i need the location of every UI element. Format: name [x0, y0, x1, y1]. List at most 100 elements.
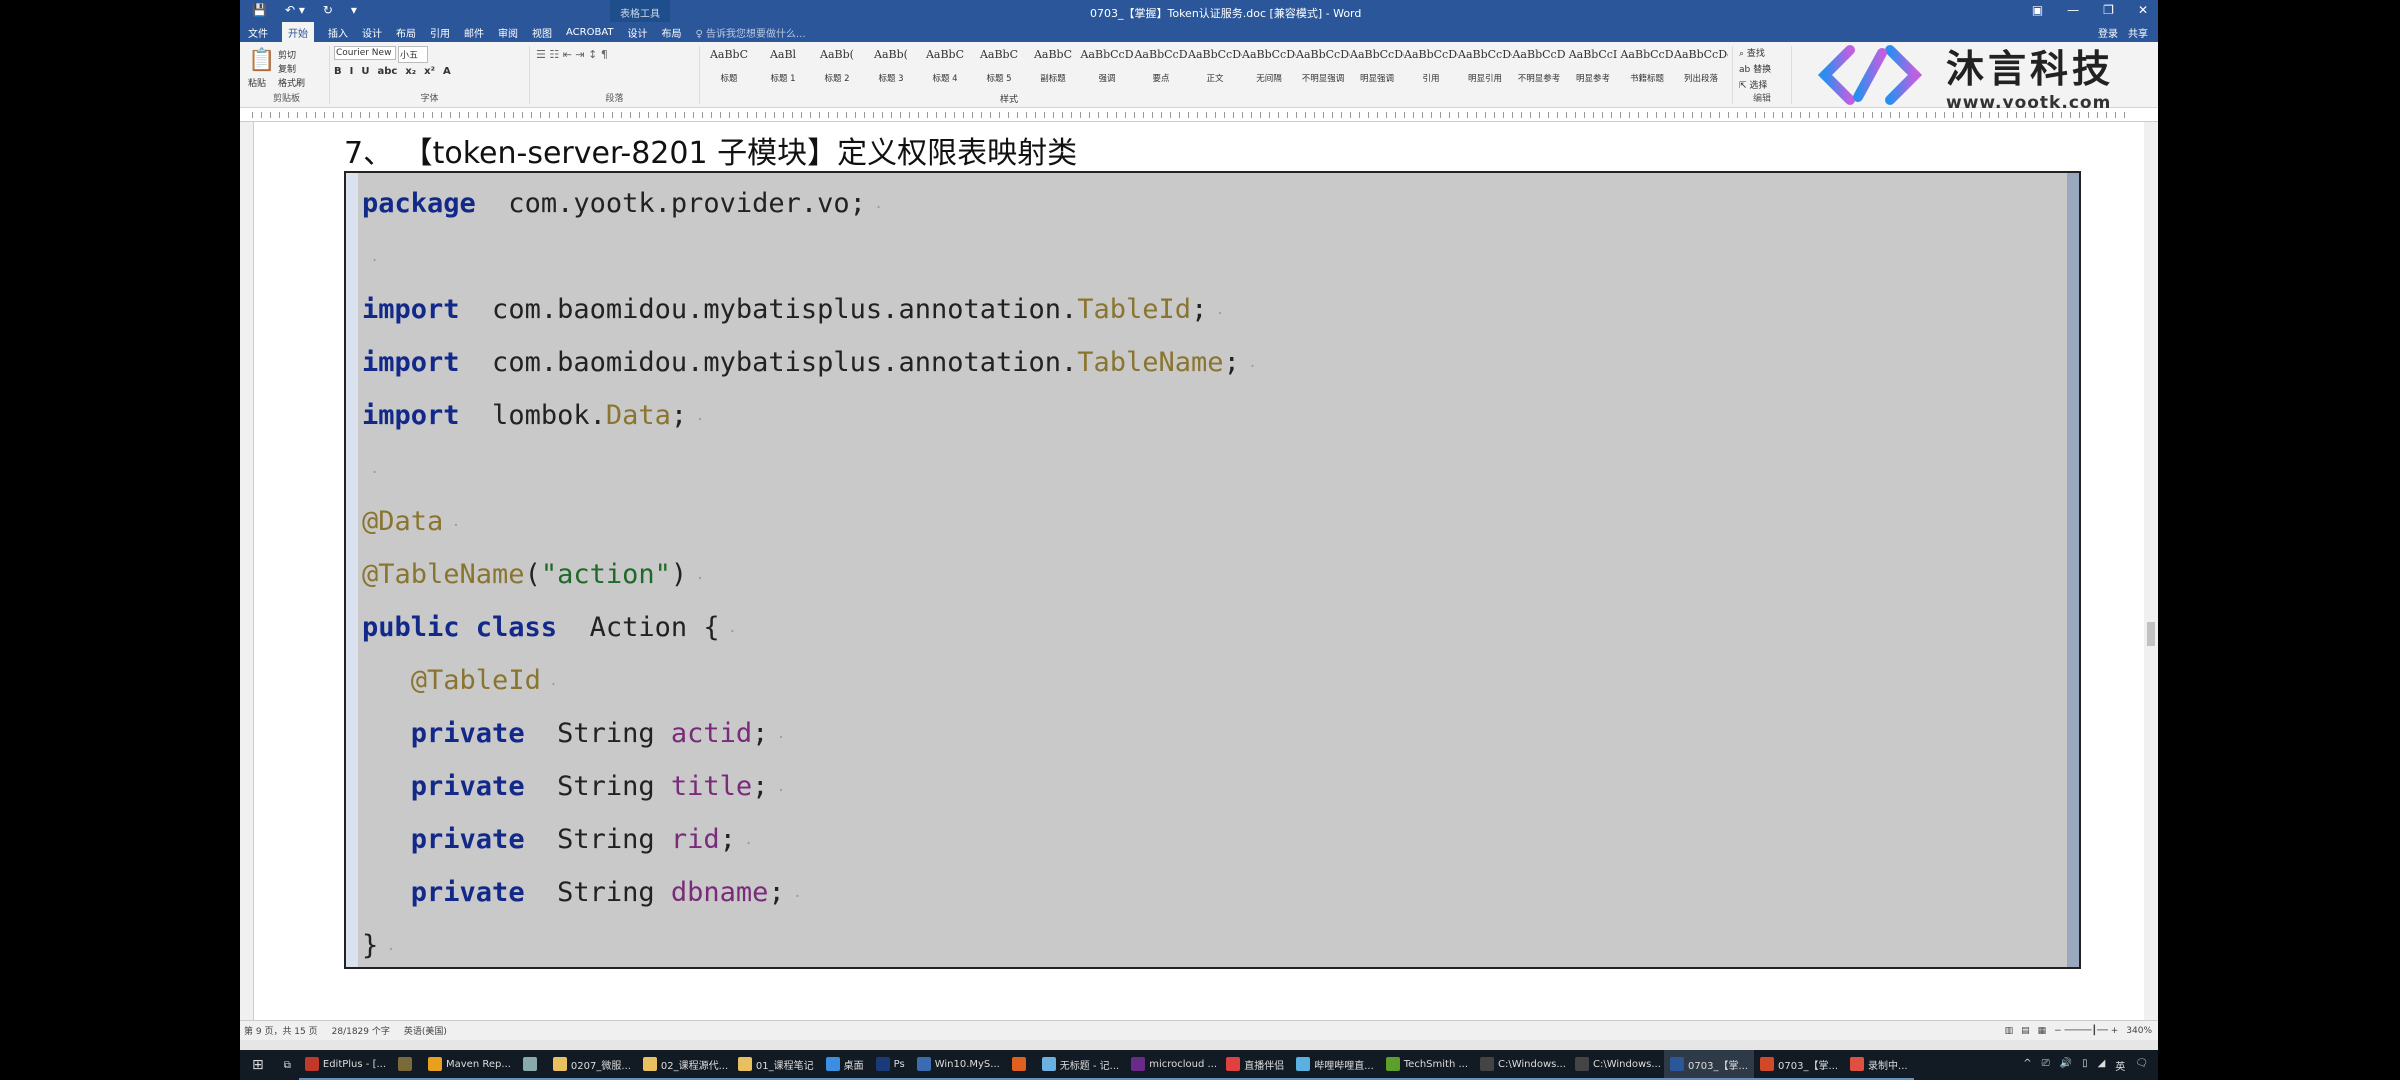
list-icons[interactable]: ☰ ☷ ⇤ ⇥ ↕ ¶ [536, 48, 608, 61]
taskbar-item[interactable] [516, 1050, 547, 1080]
taskbar-item[interactable]: C:\Windows... [1474, 1050, 1570, 1080]
word-count[interactable]: 28/1829 个字 [332, 1024, 390, 1037]
save-icon[interactable]: 💾 [252, 3, 267, 17]
redo-icon[interactable]: ↻ [323, 3, 333, 17]
page-count[interactable]: 第 9 页，共 15 页 [244, 1024, 318, 1037]
format-painter-button[interactable]: 格式刷 [278, 76, 305, 89]
tray-icon[interactable]: ◢ [2098, 1058, 2106, 1073]
select-button[interactable]: ⇱ 选择 [1733, 78, 1791, 91]
zoom-level[interactable]: 340% [2126, 1026, 2152, 1036]
tell-me-search[interactable]: ♀ 告诉我您想要做什么... [696, 25, 806, 40]
tray-icon[interactable]: 英 [2115, 1058, 2125, 1073]
style-item[interactable]: AaBbC 副标题 [1026, 48, 1080, 84]
taskbar-item[interactable]: TechSmith ... [1379, 1050, 1475, 1080]
print-layout-icon[interactable]: ▤ [2021, 1026, 2030, 1036]
style-item[interactable]: AaBb(标题 3 [864, 48, 918, 84]
tab-11[interactable]: 布局 [662, 25, 682, 40]
font-button-6[interactable]: A [443, 66, 451, 77]
replace-button[interactable]: ab 替换 [1733, 62, 1791, 75]
style-item[interactable]: AaBbCcD 书籍标题 [1620, 48, 1674, 84]
zoom-slider[interactable]: − ─────┃── + [2054, 1026, 2118, 1036]
taskbar-item[interactable]: 录制中... [1844, 1050, 1914, 1080]
taskbar-item[interactable]: Ps [869, 1050, 911, 1080]
paste-button[interactable]: 粘贴 [248, 76, 266, 89]
style-item[interactable]: AaBbCcDc 不明显强调 [1296, 48, 1350, 84]
style-item[interactable]: AaBbCcDc 明显引用 [1458, 48, 1512, 84]
tray-icon[interactable]: 🗨 [2135, 1058, 2148, 1073]
read-mode-icon[interactable]: ▥ [2005, 1026, 2014, 1036]
find-button[interactable]: ⌕ 查找 [1733, 46, 1791, 59]
vertical-scrollbar[interactable] [2144, 122, 2158, 1020]
taskbar-item[interactable]: 01_课程笔记 [731, 1050, 820, 1080]
font-button-0[interactable]: B [334, 66, 342, 77]
taskbar-item[interactable]: microcloud ... [1125, 1050, 1221, 1080]
tray-icon[interactable]: ▯ [2082, 1058, 2088, 1073]
close-button[interactable]: ✕ [2138, 3, 2148, 17]
taskbar-item[interactable]: Win10.MyS... [910, 1050, 1006, 1080]
style-item[interactable]: AaBbC 标题 5 [972, 48, 1026, 84]
scroll-thumb[interactable] [2147, 622, 2155, 646]
tab-1[interactable]: 开始 [282, 21, 314, 43]
tab-8[interactable]: 视图 [532, 25, 552, 40]
style-item[interactable]: AaBbCcDc 引用 [1404, 48, 1458, 84]
tab-10[interactable]: 设计 [628, 25, 648, 40]
style-item[interactable]: AaBbCcD 不明显参考 [1512, 48, 1566, 84]
style-item[interactable]: AaBbC 标题 4 [918, 48, 972, 84]
taskbar-item[interactable]: 直播伴侣 [1220, 1050, 1291, 1080]
style-item[interactable]: AaBl 标题 1 [756, 48, 810, 84]
cut-button[interactable]: 剪切 [278, 48, 296, 61]
taskbar-item[interactable]: 02_课程源代... [636, 1050, 732, 1080]
tab-6[interactable]: 邮件 [464, 25, 484, 40]
taskbar-item[interactable]: 桌面 [819, 1050, 870, 1080]
taskbar-item[interactable] [1005, 1050, 1036, 1080]
tab-2[interactable]: 插入 [328, 25, 348, 40]
font-button-5[interactable]: x² [424, 66, 435, 77]
horizontal-ruler[interactable] [240, 108, 2158, 122]
minimize-button[interactable]: — [2067, 3, 2079, 17]
style-item[interactable]: AaBbCcDc 无间隔 [1242, 48, 1296, 84]
font-button-3[interactable]: abc [377, 66, 397, 77]
taskbar-item[interactable] [392, 1050, 422, 1080]
style-item[interactable]: AaBbCcI 明显参考 [1566, 48, 1620, 84]
tab-3[interactable]: 设计 [362, 25, 382, 40]
share-button[interactable]: 共享 [2128, 25, 2148, 40]
tray-icon[interactable]: ⎚ [2042, 1058, 2050, 1073]
task-view-icon[interactable]: ⧉ [276, 1060, 299, 1071]
copy-button[interactable]: 复制 [278, 62, 296, 75]
tab-7[interactable]: 审阅 [498, 25, 518, 40]
tab-0[interactable]: 文件 [248, 25, 268, 40]
restore-button[interactable]: ❐ [2103, 3, 2114, 17]
taskbar-item[interactable]: 0703_【掌... [1664, 1050, 1755, 1080]
style-item[interactable]: AaBbCcDc 正文 [1188, 48, 1242, 84]
start-button[interactable]: ⊞ [240, 1057, 276, 1073]
code-block[interactable]: package com.yootk.provider.vo; · · import… [362, 177, 1257, 972]
customize-icon[interactable]: ▾ [351, 3, 357, 17]
font-button-1[interactable]: I [350, 66, 354, 77]
style-item[interactable]: AaBbC 标题 [702, 48, 756, 84]
taskbar-item[interactable]: 无标题 - 记... [1035, 1050, 1126, 1080]
font-button-4[interactable]: x₂ [405, 66, 416, 77]
ribbon-display-icon[interactable]: ▣ [2032, 3, 2043, 17]
style-item[interactable]: AaBbCcDc 列出段落 [1674, 48, 1728, 84]
style-item[interactable]: AaBbCcD 强调 [1080, 48, 1134, 84]
style-item[interactable]: AaBbCcD 要点 [1134, 48, 1188, 84]
font-name-select[interactable]: Courier New [334, 46, 396, 60]
style-item[interactable]: AaBb(标题 2 [810, 48, 864, 84]
taskbar-item[interactable]: Maven Rep... [422, 1050, 517, 1080]
paste-icon[interactable]: 📋 [248, 48, 275, 73]
taskbar-item[interactable]: C:\Windows... [1569, 1050, 1665, 1080]
tray-icon[interactable]: 🔊 [2060, 1058, 2072, 1073]
taskbar-item[interactable]: 0703_【掌... [1754, 1050, 1845, 1080]
font-button-2[interactable]: U [361, 66, 369, 77]
tab-4[interactable]: 布局 [396, 25, 416, 40]
tab-9[interactable]: ACROBAT [566, 27, 614, 38]
taskbar-item[interactable]: 0207_微服... [546, 1050, 637, 1080]
web-layout-icon[interactable]: ▦ [2038, 1026, 2047, 1036]
tray-icon[interactable]: ^ [2023, 1058, 2031, 1073]
font-size-select[interactable]: 小五 [398, 46, 428, 63]
language[interactable]: 英语(美国) [404, 1024, 447, 1037]
undo-icon[interactable]: ↶ ▾ [285, 3, 305, 17]
style-item[interactable]: AaBbCcDc 明显强调 [1350, 48, 1404, 84]
code-table[interactable]: package com.yootk.provider.vo; · · import… [344, 171, 2081, 969]
taskbar-item[interactable]: 哔哩哔哩直... [1290, 1050, 1380, 1080]
